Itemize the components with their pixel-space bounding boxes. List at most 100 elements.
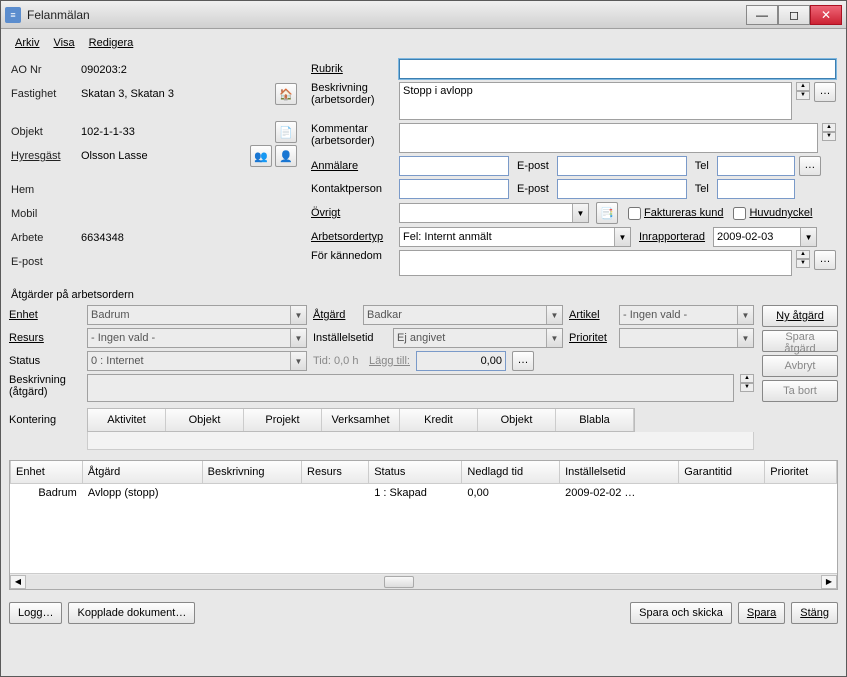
atgarder-section-label: Åtgärder på arbetsordern <box>11 289 838 301</box>
anmalare-more-button[interactable]: … <box>799 156 821 176</box>
inrapporterad-date[interactable]: 2009-02-03▼ <box>713 227 817 247</box>
app-icon: ≡ <box>5 7 21 23</box>
arbete-value: 6634348 <box>81 232 297 244</box>
kannedom-textarea[interactable] <box>399 250 792 276</box>
kontaktperson-input[interactable] <box>399 179 509 199</box>
titlebar: ≡ Felanmälan — ◻ ✕ <box>1 1 846 29</box>
faktureras-kund-checkbox[interactable]: Faktureras kund <box>628 207 723 220</box>
status-combo[interactable]: 0 : Internet▼ <box>87 351 307 371</box>
arbetsordertyp-combo[interactable]: Fel: Internt anmält▼ <box>399 227 631 247</box>
beskrivning-textarea[interactable]: Stopp i avlopp <box>399 82 792 120</box>
beskrivning-more-button[interactable]: … <box>814 82 836 102</box>
anmalare-label: Anmälare <box>311 160 395 172</box>
anmalare-tel-input[interactable] <box>717 156 795 176</box>
lagg-till-more-button[interactable]: … <box>512 351 534 371</box>
table-header[interactable]: Nedlagd tid <box>462 461 560 483</box>
table-h-scrollbar[interactable]: ◀ ▶ <box>10 573 837 589</box>
ag-beskrivning-spin[interactable]: ▲▼ <box>740 374 754 392</box>
kontering-tab-2[interactable]: Projekt <box>244 409 322 431</box>
anmalare-input[interactable] <box>399 156 509 176</box>
table-header[interactable]: Prioritet <box>765 461 837 483</box>
spara-och-skicka-button[interactable]: Spara och skicka <box>630 602 732 624</box>
ovrigt-combo[interactable]: ▼ <box>399 203 589 223</box>
table-cell: 2009-02-02 … <box>560 483 679 502</box>
beskrivning-spin[interactable]: ▲▼ <box>796 82 810 100</box>
logg-button[interactable]: Logg… <box>9 602 62 624</box>
tenant-add-icon-button[interactable]: 👥 <box>250 145 272 167</box>
kontering-tab-1[interactable]: Objekt <box>166 409 244 431</box>
kontering-tab-5[interactable]: Objekt <box>478 409 556 431</box>
artikel-combo[interactable]: - Ingen vald -▼ <box>619 305 754 325</box>
hem-label: Hem <box>11 184 81 196</box>
kannedom-spin[interactable]: ▲▼ <box>796 250 810 268</box>
spara-button[interactable]: Spara <box>738 602 785 624</box>
kontering-tab-0[interactable]: Aktivitet <box>88 409 166 431</box>
kontering-tab-3[interactable]: Verksamhet <box>322 409 400 431</box>
property-icon-button[interactable]: 🏠 <box>275 83 297 105</box>
lagg-till-input[interactable] <box>416 351 506 371</box>
tenant-icon-button[interactable]: 👤 <box>275 145 297 167</box>
ag-beskrivning-textarea[interactable] <box>87 374 734 402</box>
rubrik-label: Rubrik <box>311 63 395 75</box>
kontakt-epost-label: E-post <box>517 183 549 195</box>
kontering-tab-6[interactable]: Blabla <box>556 409 634 431</box>
huvudnyckel-checkbox[interactable]: Huvudnyckel <box>733 207 812 220</box>
fastighet-label: Fastighet <box>11 88 81 100</box>
kontering-tab-4[interactable]: Kredit <box>400 409 478 431</box>
prioritet-combo[interactable]: ▼ <box>619 328 754 348</box>
anmalare-epost-label: E-post <box>517 160 549 172</box>
objekt-icon-button[interactable]: 📄 <box>275 121 297 143</box>
objekt-label: Objekt <box>11 126 81 138</box>
ao-nr-value: 090203:2 <box>81 64 297 76</box>
kannedom-more-button[interactable]: … <box>814 250 836 270</box>
kopplade-dokument-button[interactable]: Kopplade dokument… <box>68 602 195 624</box>
spara-atgard-button[interactable]: Spara åtgärd <box>762 330 838 352</box>
avbryt-button[interactable]: Avbryt <box>762 355 838 377</box>
menu-arkiv[interactable]: Arkiv <box>15 37 39 49</box>
table-header[interactable]: Status <box>369 461 462 483</box>
ovrigt-label: Övrigt <box>311 207 395 219</box>
anmalare-epost-input[interactable] <box>557 156 687 176</box>
kontering-label: Kontering <box>9 414 81 426</box>
table-cell: Avlopp (stopp) <box>82 483 202 502</box>
ovrigt-action-icon[interactable]: 📑 <box>596 202 618 224</box>
ny-atgard-button[interactable]: Ny åtgärd <box>762 305 838 327</box>
fastighet-value: Skatan 3, Skatan 3 <box>81 88 272 100</box>
ao-nr-label: AO Nr <box>11 64 81 76</box>
table-header[interactable]: Enhet <box>11 461 83 483</box>
beskrivning-label: Beskrivning(arbetsorder) <box>311 82 395 106</box>
window-title: Felanmälan <box>27 8 746 22</box>
ta-bort-button[interactable]: Ta bort <box>762 380 838 402</box>
epost-label: E-post <box>11 256 81 268</box>
resurs-combo[interactable]: - Ingen vald -▼ <box>87 328 307 348</box>
anmalare-tel-label: Tel <box>695 160 709 172</box>
maximize-button[interactable]: ◻ <box>778 5 810 25</box>
atgard-combo[interactable]: Badkar▼ <box>363 305 563 325</box>
table-header[interactable]: Resurs <box>302 461 369 483</box>
kontakt-epost-input[interactable] <box>557 179 687 199</box>
close-button[interactable]: ✕ <box>810 5 842 25</box>
table-header[interactable]: Garantitid <box>679 461 765 483</box>
table-header[interactable]: Beskrivning <box>202 461 301 483</box>
kommentar-spin[interactable]: ▲▼ <box>822 123 836 141</box>
stang-button[interactable]: Stäng <box>791 602 838 624</box>
arbetsordertyp-label: Arbetsordertyp <box>311 231 395 243</box>
table-header[interactable]: Åtgärd <box>82 461 202 483</box>
hyresgast-value: Olsson Lasse <box>81 150 247 162</box>
rubrik-input[interactable] <box>399 59 836 79</box>
installelsetid-label: Inställelsetid <box>313 332 387 344</box>
kommentar-textarea[interactable] <box>399 123 818 153</box>
installelsetid-combo[interactable]: Ej angivet▼ <box>393 328 563 348</box>
menu-visa[interactable]: Visa <box>53 37 74 49</box>
menu-redigera[interactable]: Redigera <box>89 37 134 49</box>
kontakt-tel-input[interactable] <box>717 179 795 199</box>
table-header[interactable]: Inställelsetid <box>560 461 679 483</box>
scroll-left-arrow-icon: ◀ <box>10 575 26 589</box>
table-cell <box>202 483 301 502</box>
enhet-combo[interactable]: Badrum▼ <box>87 305 307 325</box>
table-cell <box>679 483 765 502</box>
artikel-label: Artikel <box>569 309 613 321</box>
minimize-button[interactable]: — <box>746 5 778 25</box>
atgard-label: Åtgärd <box>313 309 357 321</box>
table-row[interactable]: BadrumAvlopp (stopp)1 : Skapad0,002009-0… <box>11 483 837 502</box>
